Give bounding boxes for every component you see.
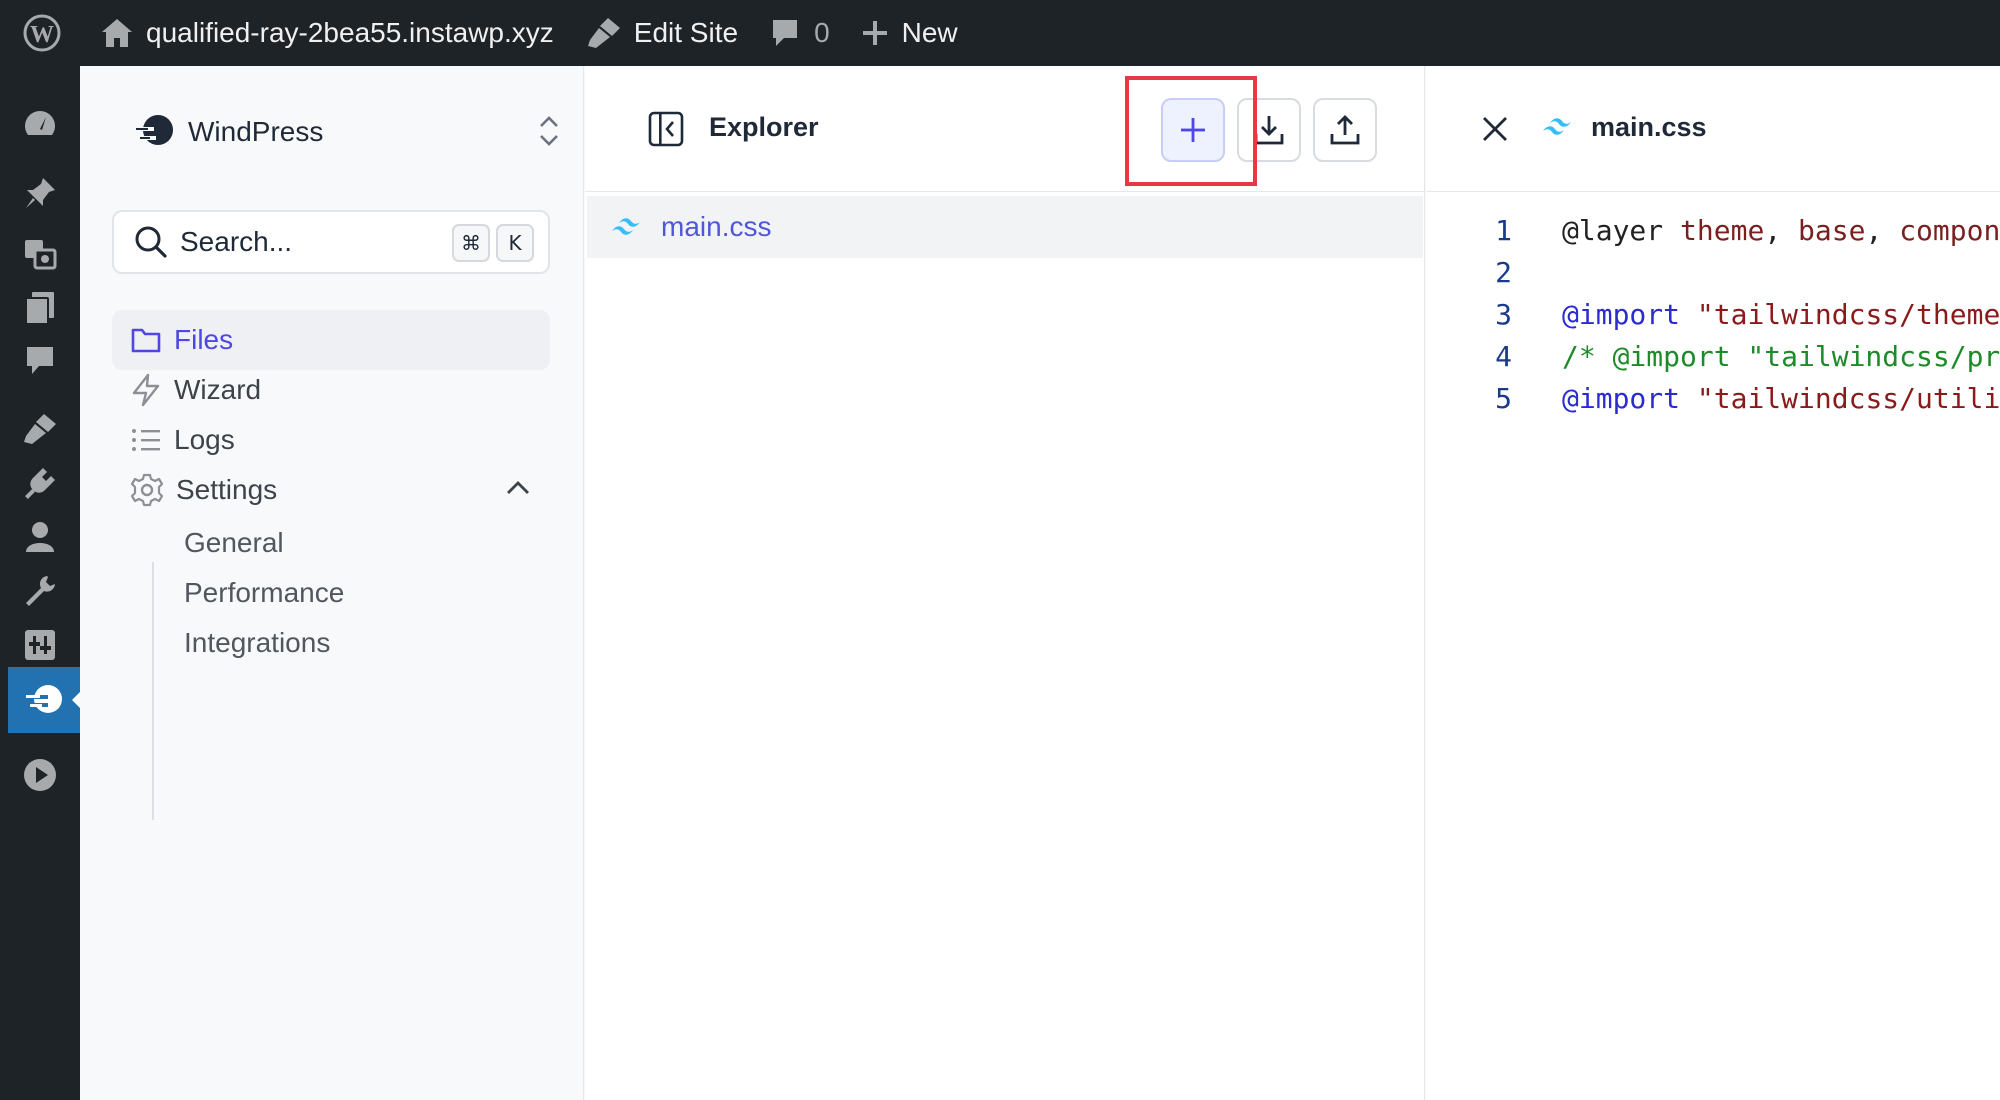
comments-icon <box>27 347 53 374</box>
comments-count: 0 <box>814 17 830 48</box>
search-placeholder: Search... <box>180 226 293 257</box>
gear-icon <box>130 473 164 507</box>
code-text: @layer theme, base, components, utilitie… <box>1562 214 2000 247</box>
explorer-header: Explorer <box>585 66 1425 192</box>
new-content-link[interactable]: New <box>846 0 974 66</box>
brush-icon <box>587 18 620 48</box>
site-name: qualified-ray-2bea55.instawp.xyz <box>146 17 554 48</box>
svg-text:W: W <box>30 22 54 48</box>
nav-label-wizard: Wizard <box>174 374 262 405</box>
search-icon <box>135 226 167 258</box>
line-number: 5 <box>1495 382 1512 415</box>
line-number: 4 <box>1495 340 1512 373</box>
windpress-icon <box>26 685 62 713</box>
brand-name: WindPress <box>188 116 324 147</box>
wordpress-icon: W <box>23 14 61 52</box>
tailwind-icon <box>1543 118 1571 135</box>
chevron-up-icon <box>507 481 529 494</box>
code-line[interactable]: 4 /* @import "tailwindcss/preflight.css" … <box>1426 340 2000 382</box>
play-icon <box>24 759 56 791</box>
pages-icon <box>25 292 54 324</box>
windpress-logo-icon <box>134 115 173 145</box>
brand-switcher[interactable]: WindPress <box>132 106 562 158</box>
menu-posts[interactable] <box>0 160 80 226</box>
menu-windpress[interactable] <box>8 667 81 733</box>
code-line[interactable]: 3 @import "tailwindcss/theme.css" layer(t… <box>1426 298 2000 340</box>
code-text: @import "tailwindcss/utilities.css" laye… <box>1562 382 2000 415</box>
new-file-button[interactable] <box>1161 98 1225 162</box>
edit-site-label: Edit Site <box>633 17 739 48</box>
explorer-panel: Explorer main.css <box>585 66 1425 1100</box>
search-input[interactable]: Search... ⌘ K <box>112 210 550 274</box>
site-name-link[interactable]: qualified-ray-2bea55.instawp.xyz <box>84 0 570 66</box>
sidebar-collapse-icon[interactable] <box>647 110 685 148</box>
settings-icon <box>25 630 55 660</box>
edit-site-link[interactable]: Edit Site <box>570 0 754 66</box>
editor-tab-bar: main.css <box>1426 66 2000 192</box>
settings-submenu-line <box>152 562 154 820</box>
wordpress-logo-button[interactable]: W <box>0 0 84 66</box>
nav-label-settings: Settings <box>176 474 278 505</box>
close-icon[interactable] <box>1478 112 1512 146</box>
windpress-nav: WindPress Search... ⌘ K Files Wizard Log… <box>80 66 584 1100</box>
line-number: 1 <box>1495 214 1512 247</box>
code-line[interactable]: 1 @layer theme, base, components, utiliti… <box>1426 214 2000 256</box>
admin-bar: W qualified-ray-2bea55.instawp.xyz Edit … <box>0 0 2000 66</box>
folder-icon <box>131 328 161 353</box>
code-line[interactable]: 5 @import "tailwindcss/utilities.css" lay… <box>1426 382 2000 424</box>
menu-media-player[interactable] <box>0 742 80 808</box>
download-button[interactable] <box>1237 98 1301 162</box>
editor-tab-name: main.css <box>1591 112 1707 142</box>
dashboard-icon <box>25 111 55 135</box>
download-icon <box>1254 116 1284 145</box>
sub-item-performance[interactable]: Performance <box>184 568 344 618</box>
appearance-icon <box>24 414 56 444</box>
file-name: main.css <box>661 211 772 242</box>
code-text: @import "tailwindcss/theme.css" layer(th… <box>1562 298 2000 331</box>
nav-label-files: Files <box>174 324 234 355</box>
list-icon <box>132 429 160 451</box>
line-number: 2 <box>1495 256 1512 289</box>
upload-icon <box>1330 115 1360 145</box>
admin-menu <box>0 66 81 1100</box>
plugins-icon <box>25 468 55 499</box>
comments-link[interactable]: 0 <box>754 0 846 66</box>
code-text: /* @import "tailwindcss/preflight.css" l… <box>1562 340 2000 373</box>
file-row[interactable]: main.css <box>587 196 1423 258</box>
menu-dashboard[interactable] <box>0 92 80 158</box>
editor-panel: main.css 1 @layer theme, base, components… <box>1426 66 2000 1100</box>
tailwind-icon <box>612 218 640 235</box>
sub-item-general[interactable]: General <box>184 518 284 568</box>
shortcut-k-key: K <box>496 224 534 262</box>
new-label: New <box>901 17 958 48</box>
explorer-title: Explorer <box>709 112 819 142</box>
line-number: 3 <box>1495 298 1512 331</box>
chevron-up-down-icon <box>540 116 558 146</box>
nav-label-logs: Logs <box>174 424 235 455</box>
comment-bubble-icon <box>773 20 798 46</box>
upload-button[interactable] <box>1313 98 1377 162</box>
shortcut-cmd-key: ⌘ <box>452 224 490 262</box>
home-icon <box>102 19 132 47</box>
plus-icon <box>862 21 887 45</box>
users-icon <box>26 522 54 552</box>
menu-comments[interactable] <box>0 328 80 394</box>
code-line[interactable]: 2 <box>1426 256 2000 298</box>
plus-icon <box>1181 118 1205 142</box>
media-icon <box>25 240 57 270</box>
pin-icon <box>26 178 55 208</box>
tools-icon <box>26 576 55 606</box>
nav-item-settings[interactable]: Settings <box>112 460 550 520</box>
sub-item-integrations[interactable]: Integrations <box>184 618 330 668</box>
lightning-icon <box>132 373 160 407</box>
